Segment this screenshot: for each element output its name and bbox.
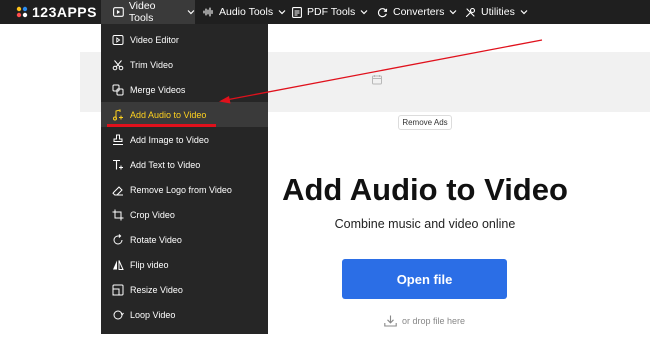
- crop-icon: [112, 209, 124, 221]
- nav-pdf-tools[interactable]: PDF Tools: [292, 0, 368, 24]
- record-icon: [112, 334, 124, 346]
- chevron-down-icon: [187, 10, 195, 15]
- nav-label: Converters: [393, 6, 445, 18]
- video-icon: [113, 7, 124, 17]
- menu-item-label: Loop Video: [130, 309, 176, 320]
- nav-label: PDF Tools: [307, 6, 356, 18]
- menu-item-label: Crop Video: [130, 209, 175, 220]
- chevron-down-icon: [449, 10, 457, 15]
- nav-label: Utilities: [481, 6, 515, 18]
- annotation-underline: [107, 124, 216, 127]
- menu-item-rotate-video[interactable]: Rotate Video: [101, 227, 268, 252]
- menu-item-crop-video[interactable]: Crop Video: [101, 202, 268, 227]
- menu-item-add-text-to-video[interactable]: Add Text to Video: [101, 152, 268, 177]
- nav-audio-tools[interactable]: Audio Tools: [203, 0, 286, 24]
- remove-ads-label: Remove Ads: [402, 118, 448, 127]
- music-plus-icon: [112, 108, 124, 121]
- refresh-icon: [377, 7, 388, 17]
- eraser-icon: [112, 184, 124, 196]
- rotate-icon: [112, 233, 124, 246]
- menu-item-record-video[interactable]: Record Video: [101, 327, 268, 352]
- page-title: Add Audio to Video: [282, 172, 568, 207]
- chevron-down-icon: [278, 10, 286, 15]
- logo-text: 123APPS: [32, 4, 97, 20]
- menu-item-trim-video[interactable]: Trim Video: [101, 52, 268, 77]
- nav-converters[interactable]: Converters: [377, 0, 457, 24]
- scissors-icon: [112, 59, 124, 71]
- page-subtitle: Combine music and video online: [334, 217, 516, 231]
- merge-icon: [112, 84, 124, 96]
- top-nav-bar: 123APPS Video Tools Audio Tools PDF Tool…: [0, 0, 650, 24]
- waveform-icon: [203, 7, 213, 17]
- menu-item-label: Record Video: [130, 334, 185, 345]
- drop-hint-text: or drop file here: [402, 316, 466, 326]
- nav-label: Audio Tools: [219, 6, 274, 18]
- menu-item-label: Resize Video: [130, 284, 183, 295]
- resize-icon: [112, 284, 124, 296]
- menu-item-add-image-to-video[interactable]: Add Image to Video: [101, 127, 268, 152]
- annotation-arrow: [219, 39, 543, 104]
- tools-icon: [465, 7, 476, 17]
- document-icon: [292, 6, 302, 18]
- menu-item-resize-video[interactable]: Resize Video: [101, 277, 268, 302]
- logo-mark-icon: [16, 6, 28, 18]
- text-plus-icon: [112, 159, 124, 171]
- nav-video-tools[interactable]: Video Tools: [101, 0, 195, 24]
- menu-item-label: Add Text to Video: [130, 159, 201, 170]
- open-file-label: Open file: [396, 271, 453, 287]
- menu-item-label: Add Image to Video: [130, 134, 209, 145]
- open-file-button[interactable]: Open file: [342, 259, 507, 299]
- menu-item-label: Rotate Video: [130, 234, 182, 245]
- menu-item-label: Flip video: [130, 259, 169, 270]
- download-tray-icon: [384, 315, 397, 327]
- menu-item-remove-logo[interactable]: Remove Logo from Video: [101, 177, 268, 202]
- menu-item-flip-video[interactable]: Flip video: [101, 252, 268, 277]
- menu-item-label: Trim Video: [130, 59, 174, 70]
- menu-item-label: Add Audio to Video: [130, 109, 207, 120]
- drop-zone-hint[interactable]: or drop file here: [384, 315, 465, 327]
- nav-utilities[interactable]: Utilities: [465, 0, 528, 24]
- stamp-icon: [112, 134, 124, 146]
- menu-item-merge-videos[interactable]: Merge Videos: [101, 77, 268, 102]
- ad-placeholder-icon: [372, 75, 382, 85]
- logo[interactable]: 123APPS: [16, 4, 97, 20]
- menu-item-label: Merge Videos: [130, 84, 186, 95]
- menu-item-label: Remove Logo from Video: [130, 184, 232, 195]
- chevron-down-icon: [520, 10, 528, 15]
- menu-item-label: Video Editor: [130, 34, 179, 45]
- remove-ads-button[interactable]: Remove Ads: [398, 115, 452, 130]
- video-editor-icon: [112, 34, 124, 46]
- flip-icon: [112, 259, 124, 271]
- loop-icon: [112, 309, 124, 321]
- video-tools-dropdown: Video Editor Trim Video Merge Videos Add…: [101, 24, 268, 345]
- menu-item-video-editor[interactable]: Video Editor: [101, 27, 268, 52]
- chevron-down-icon: [360, 10, 368, 15]
- menu-item-loop-video[interactable]: Loop Video: [101, 302, 268, 327]
- nav-label: Video Tools: [128, 0, 156, 24]
